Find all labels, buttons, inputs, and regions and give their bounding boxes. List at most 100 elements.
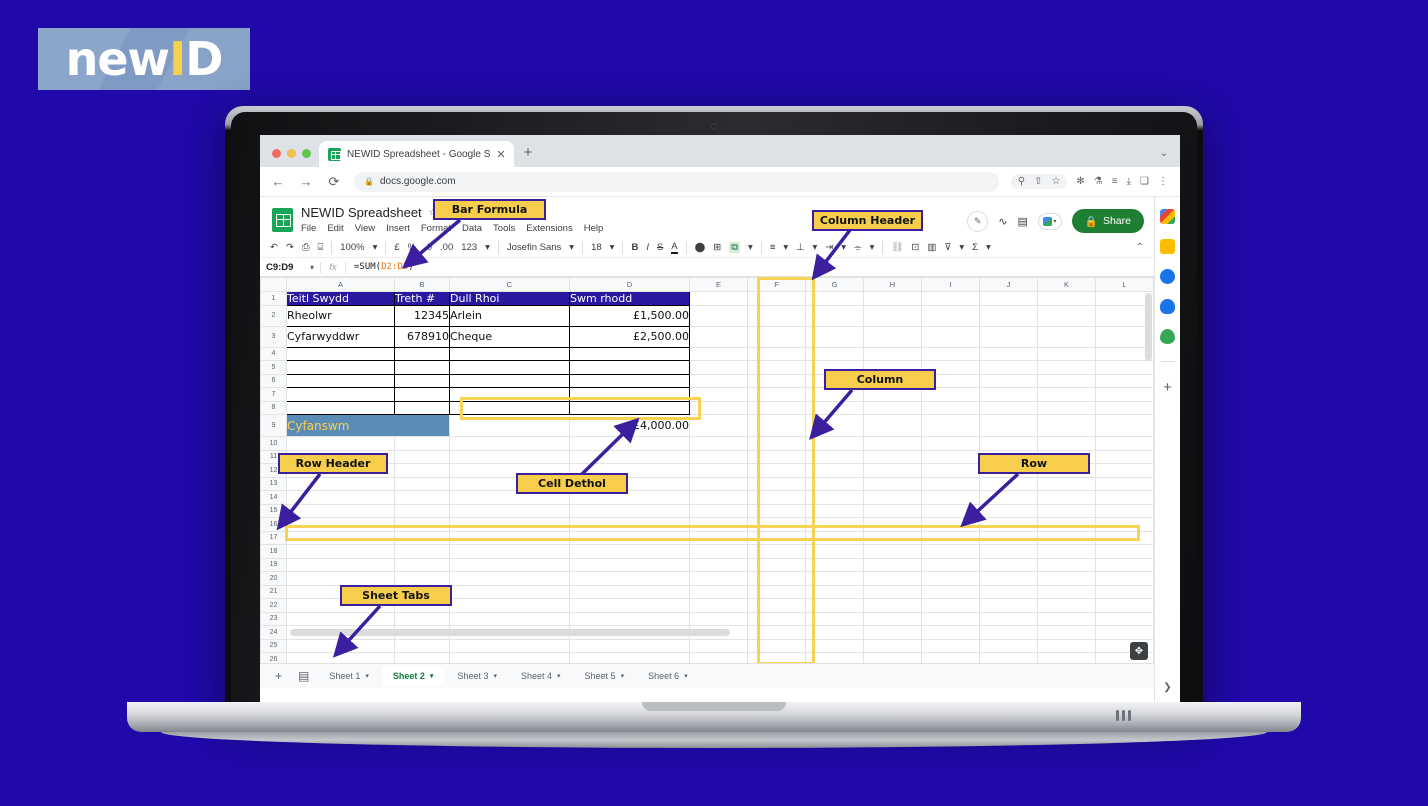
cell-l15[interactable]: [1095, 503, 1154, 518]
cell-c4[interactable]: [449, 346, 570, 361]
cell-j21[interactable]: [979, 584, 1038, 599]
text-wrap-icon[interactable]: ⇥: [825, 242, 833, 253]
menu-insert[interactable]: Insert: [386, 223, 410, 234]
cell-d21[interactable]: [569, 584, 690, 599]
font-size-input[interactable]: 18: [591, 242, 602, 253]
sheet-tab-2[interactable]: Sheet 2 ▾: [381, 666, 445, 686]
google-calendar-icon[interactable]: [1160, 209, 1175, 224]
cell-g2[interactable]: [805, 304, 864, 327]
cell-k3[interactable]: [1037, 325, 1096, 348]
cell-j19[interactable]: [979, 557, 1038, 572]
zoom-level[interactable]: 100%: [340, 242, 364, 253]
cell-e22[interactable]: [689, 598, 748, 613]
row-header-8[interactable]: 8: [260, 400, 287, 415]
redo-icon[interactable]: ↷: [286, 242, 294, 253]
cell-f23[interactable]: [747, 611, 806, 626]
cell-h9[interactable]: [863, 414, 922, 437]
cell-a14[interactable]: [286, 490, 395, 505]
cell-f18[interactable]: [747, 544, 806, 559]
cell-g16[interactable]: [805, 517, 864, 532]
cell-l21[interactable]: [1095, 584, 1154, 599]
row-header-3[interactable]: 3: [260, 325, 287, 348]
cell-g19[interactable]: [805, 557, 864, 572]
cell-c21[interactable]: [449, 584, 570, 599]
cell-l13[interactable]: [1095, 476, 1154, 491]
google-contacts-icon[interactable]: [1160, 299, 1175, 314]
cell-b2[interactable]: 12345: [394, 304, 450, 327]
close-window-button[interactable]: [272, 149, 281, 158]
cell-d7[interactable]: [569, 387, 690, 402]
maximize-window-button[interactable]: [302, 149, 311, 158]
cell-h17[interactable]: [863, 530, 922, 545]
valign-caret-icon[interactable]: ▾: [812, 242, 817, 253]
google-meet-icon[interactable]: ▾: [1037, 212, 1062, 230]
cell-l8[interactable]: [1095, 400, 1154, 415]
menu-tools[interactable]: Tools: [493, 223, 515, 234]
side-panel-icon[interactable]: ❑: [1140, 176, 1149, 187]
wrap-caret-icon[interactable]: ▾: [841, 242, 846, 253]
column-header-i[interactable]: I: [921, 277, 980, 292]
minimize-window-button[interactable]: [287, 149, 296, 158]
collapse-toolbar-icon[interactable]: ⌃: [1136, 242, 1144, 253]
row-header-21[interactable]: 21: [260, 584, 287, 599]
cell-e19[interactable]: [689, 557, 748, 572]
filter-caret-icon[interactable]: ▾: [959, 242, 964, 253]
cell-k26[interactable]: [1037, 652, 1096, 663]
cell-g17[interactable]: [805, 530, 864, 545]
cell-k16[interactable]: [1037, 517, 1096, 532]
google-maps-icon[interactable]: [1160, 329, 1175, 344]
cell-c18[interactable]: [449, 544, 570, 559]
cell-h11[interactable]: [863, 449, 922, 464]
cell-k1[interactable]: [1037, 290, 1096, 306]
cell-j7[interactable]: [979, 387, 1038, 402]
browser-menu-icon[interactable]: ⋮: [1158, 176, 1168, 187]
cell-e23[interactable]: [689, 611, 748, 626]
cell-b4[interactable]: [394, 346, 450, 361]
cell-f17[interactable]: [747, 530, 806, 545]
cell-a6[interactable]: [286, 373, 395, 388]
cell-b23[interactable]: [394, 611, 450, 626]
cell-k13[interactable]: [1037, 476, 1096, 491]
cell-c1[interactable]: Dull Rhoi: [449, 290, 570, 306]
cell-d26[interactable]: [569, 652, 690, 663]
font-family-select[interactable]: Josefin Sans: [507, 242, 561, 253]
cell-l19[interactable]: [1095, 557, 1154, 572]
cell-j15[interactable]: [979, 503, 1038, 518]
cell-h2[interactable]: [863, 304, 922, 327]
column-header-g[interactable]: G: [805, 277, 864, 292]
column-header-e[interactable]: E: [689, 277, 748, 292]
comment-icon[interactable]: ▤: [1017, 215, 1027, 228]
cell-i13[interactable]: [921, 476, 980, 491]
cell-e11[interactable]: [689, 449, 748, 464]
menu-view[interactable]: View: [355, 223, 375, 234]
cell-a16[interactable]: [286, 517, 395, 532]
sheet-tab-3-caret-icon[interactable]: ▾: [493, 672, 497, 680]
cell-e26[interactable]: [689, 652, 748, 663]
cell-k14[interactable]: [1037, 490, 1096, 505]
cell-f2[interactable]: [747, 304, 806, 327]
cell-h12[interactable]: [863, 463, 922, 478]
cell-a19[interactable]: [286, 557, 395, 572]
cell-g12[interactable]: [805, 463, 864, 478]
cell-a1[interactable]: Teitl Swydd: [286, 290, 395, 306]
cell-d11[interactable]: [569, 449, 690, 464]
cell-g20[interactable]: [805, 571, 864, 586]
cell-b26[interactable]: [394, 652, 450, 663]
row-header-24[interactable]: 24: [260, 625, 287, 640]
cell-h15[interactable]: [863, 503, 922, 518]
cell-f14[interactable]: [747, 490, 806, 505]
reload-icon[interactable]: ⟳: [326, 174, 342, 190]
sheet-tab-4-caret-icon[interactable]: ▾: [557, 672, 561, 680]
row-header-26[interactable]: 26: [260, 652, 287, 663]
cell-b5[interactable]: [394, 360, 450, 375]
cell-d18[interactable]: [569, 544, 690, 559]
cell-b10[interactable]: [394, 436, 450, 451]
horizontal-scrollbar[interactable]: [290, 629, 730, 636]
cell-i25[interactable]: [921, 638, 980, 653]
row-header-14[interactable]: 14: [260, 490, 287, 505]
cell-c9[interactable]: [449, 414, 570, 437]
cell-a23[interactable]: [286, 611, 395, 626]
cell-c26[interactable]: [449, 652, 570, 663]
cell-l20[interactable]: [1095, 571, 1154, 586]
cell-d20[interactable]: [569, 571, 690, 586]
